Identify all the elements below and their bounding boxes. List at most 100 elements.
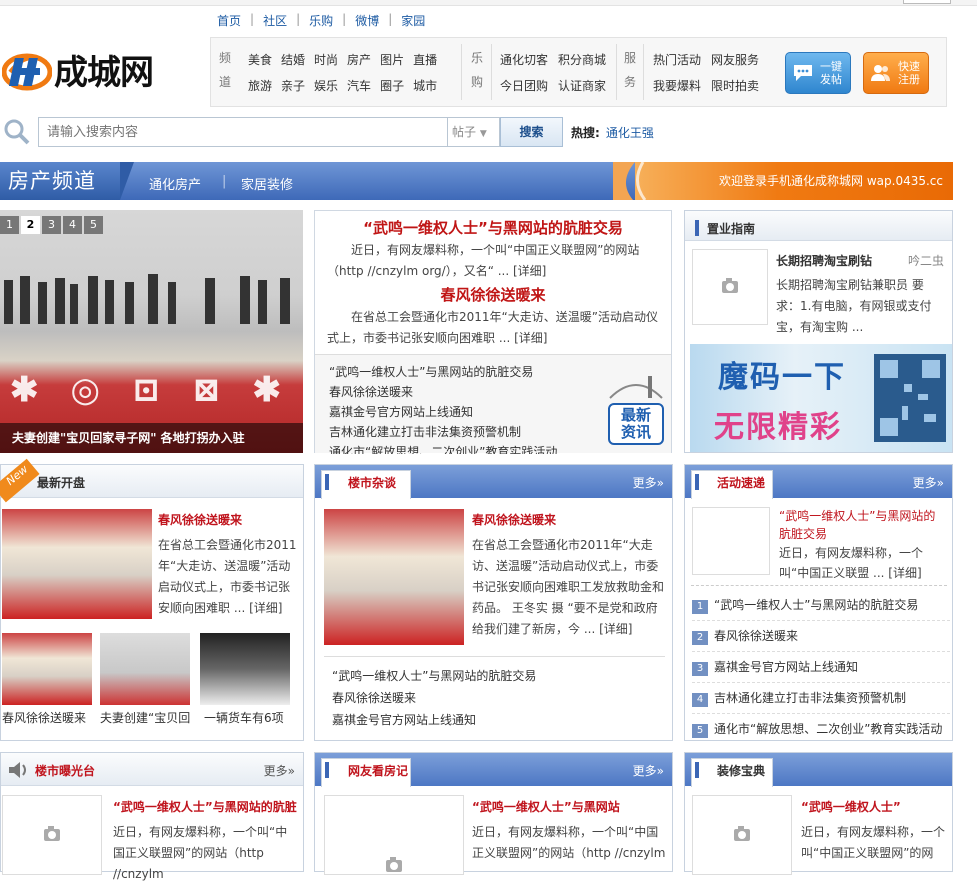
shopping-row-2: 今日团购 认证商家 [500, 77, 606, 94]
qr-ad[interactable]: 魔码一下 无限精彩 [690, 344, 952, 452]
activity-more-link[interactable]: 更多» [913, 474, 944, 491]
guide-item-author: 吟二虫 [907, 254, 944, 268]
channel-ent[interactable]: 娱乐 [314, 77, 338, 94]
latest-thumb-caption-2[interactable]: 夫妻创建“宝贝回 [100, 709, 190, 726]
shop-group[interactable]: 今日团购 [500, 77, 548, 94]
qr-code-icon [874, 354, 946, 442]
channel-travel[interactable]: 旅游 [248, 77, 272, 94]
list-item[interactable]: 嘉祺金号官方网站上线通知 [332, 709, 536, 731]
latest-item-text: 在省总工会暨通化市2011年“大走访、送温暖”活动启动仪式上，市委书记张安顺向困… [158, 538, 297, 615]
slide-caption[interactable]: 夫妻创建"宝贝回家寻子网" 各地打拐办入驻 [0, 423, 303, 453]
guide-thumb[interactable] [692, 249, 768, 325]
channel-city[interactable]: 城市 [413, 77, 437, 94]
market-photo[interactable] [324, 509, 464, 645]
nav-community[interactable]: 社区 [263, 12, 287, 29]
channel-fashion[interactable]: 时尚 [314, 51, 338, 68]
channel-circle[interactable]: 圈子 [380, 77, 404, 94]
latest-thumb-1[interactable] [2, 633, 92, 705]
banner-link-decor[interactable]: 家居装修 [241, 174, 293, 193]
svc-events[interactable]: 热门活动 [653, 51, 701, 68]
channel-food[interactable]: 美食 [248, 51, 272, 68]
decor-thumb[interactable] [692, 795, 792, 875]
guide-item-title[interactable]: 长期招聘淘宝刷钻 [776, 252, 872, 269]
channel-live[interactable]: 直播 [413, 51, 437, 68]
channel-house[interactable]: 房产 [347, 51, 371, 68]
decor-title[interactable]: 装修宝典 [717, 762, 765, 779]
site-logo[interactable]: 成城网 [2, 45, 154, 94]
netizen-title[interactable]: 网友看房记 [348, 762, 408, 779]
list-item[interactable]: 4 吉林通化建立打击非法集资预警机制 [692, 683, 950, 714]
latest-thumb-2[interactable] [100, 633, 190, 705]
nav-weibo[interactable]: 微博 [355, 12, 379, 29]
channel-row-2: 旅游 亲子 娱乐 汽车 圈子 城市 [248, 77, 437, 94]
search-type-select[interactable]: 帖子 ▼ [448, 117, 500, 147]
list-item[interactable]: 2 春风徐徐送暖来 [692, 621, 950, 652]
exposure-more-link[interactable]: 更多» [264, 762, 295, 779]
banner-link-house[interactable]: 通化房产 [149, 174, 201, 193]
slide-page-1[interactable]: 1 [0, 216, 19, 234]
netizen-item-title[interactable]: “武鸣一维权人士”与黑网站 [472, 798, 620, 815]
exposure-title[interactable]: 楼市曝光台 [35, 762, 95, 779]
shop-certified[interactable]: 认证商家 [558, 77, 606, 94]
list-item[interactable]: 3 嘉祺金号官方网站上线通知 [692, 652, 950, 683]
exposure-item-title[interactable]: “武鸣一维权人士”与黑网站的肮脏 [113, 798, 297, 815]
top-nav: 首页 | 社区 | 乐购 | 微博 | 家园 [217, 12, 426, 29]
activity-thumb[interactable] [692, 507, 770, 575]
latest-thumb-3[interactable] [200, 633, 290, 705]
market-title[interactable]: 楼市杂谈 [348, 474, 396, 491]
activity-item-title[interactable]: “武鸣一维权人士”与黑网站的肮脏交易 [779, 507, 947, 543]
decor-item-title[interactable]: “武鸣一维权人士” [801, 798, 901, 815]
nav-home[interactable]: 首页 [217, 12, 241, 29]
headline-title-1[interactable]: “武鸣一维权人士”与黑网站的肮脏交易 [315, 217, 671, 238]
svc-report[interactable]: 我要爆料 [653, 77, 701, 94]
activity-title[interactable]: 活动速递 [717, 474, 765, 491]
latest-item-title[interactable]: 春风徐徐送暖来 [158, 511, 242, 528]
logo-text: 成城网 [54, 53, 154, 93]
banner-slogan: ✱ ◎ ⊡ ⊠ ✱ [10, 370, 291, 410]
channel-photo[interactable]: 图片 [380, 51, 404, 68]
hot-search: 热搜: 通化王强 [571, 126, 654, 140]
slideshow[interactable]: ✱ ◎ ⊡ ⊠ ✱ 1 2 3 4 5 夫妻创建"宝贝回家寻子网" 各地打拐办入… [0, 210, 303, 453]
channel-auto[interactable]: 汽车 [347, 77, 371, 94]
latest-opening-box: New 最新开盘 春风徐徐送暖来 在省总工会暨通化市2011年“大走访、送温暖”… [0, 458, 304, 741]
quick-register-button[interactable]: 快速 注册 [863, 52, 929, 94]
service-row-2: 我要爆料 限时拍卖 [653, 77, 759, 94]
latest-photo[interactable] [2, 509, 152, 619]
list-item[interactable]: 1 “武鸣一维权人士”与黑网站的肮脏交易 [692, 590, 950, 621]
quick-post-button[interactable]: 一键 发帖 [785, 52, 851, 94]
banner-title: 房产频道 [0, 162, 120, 200]
market-more-link[interactable]: 更多» [633, 474, 664, 491]
slide-page-5[interactable]: 5 [84, 216, 103, 234]
nav-shopping[interactable]: 乐购 [309, 12, 333, 29]
search-button[interactable]: 搜索 [500, 117, 563, 147]
hot-keyword[interactable]: 通化王强 [606, 126, 654, 140]
slide-page-2[interactable]: 2 [21, 216, 40, 234]
logo-mark-icon [2, 53, 52, 90]
market-list: “武鸣一维权人士”与黑网站的肮脏交易 春风徐徐送暖来 嘉祺金号官方网站上线通知 [332, 665, 536, 731]
nav-home-page[interactable]: 家园 [401, 12, 425, 29]
netizen-thumb[interactable] [324, 795, 464, 875]
search-input[interactable] [39, 118, 447, 146]
slide-page-3[interactable]: 3 [42, 216, 61, 234]
svc-netizen[interactable]: 网友服务 [711, 51, 759, 68]
list-item[interactable]: “武鸣一维权人士”与黑网站的肮脏交易 [332, 665, 536, 687]
channel-wedding[interactable]: 结婚 [281, 51, 305, 68]
shop-points[interactable]: 积分商城 [558, 51, 606, 68]
exposure-thumb[interactable] [2, 795, 102, 875]
shop-qieke[interactable]: 通化切客 [500, 51, 548, 68]
banner-welcome[interactable]: 欢迎登录手机通化成称城网 wap.0435.cc [613, 162, 953, 200]
market-item-title[interactable]: 春风徐徐送暖来 [472, 511, 556, 528]
latest-thumb-caption-3[interactable]: 一辆货车有6项 [204, 709, 284, 726]
users-icon [871, 65, 890, 81]
headline-title-2[interactable]: 春风徐徐送暖来 [315, 284, 671, 305]
channel-label: 频道 [218, 51, 231, 89]
netizen-more-link[interactable]: 更多» [633, 762, 664, 779]
svc-auction[interactable]: 限时拍卖 [711, 77, 759, 94]
list-item[interactable]: 5 通化市“解放思想、二次创业”教育实践活动 [692, 714, 950, 744]
activity-item-text: 近日，有网友爆料称，一个叫“中国正义联盟 ... [详细] [779, 546, 924, 580]
list-item[interactable]: 春风徐徐送暖来 [332, 687, 536, 709]
camera-icon [722, 278, 738, 293]
latest-thumb-caption-1[interactable]: 春风徐徐送暖来 [2, 709, 86, 726]
slide-page-4[interactable]: 4 [63, 216, 82, 234]
channel-parent[interactable]: 亲子 [281, 77, 305, 94]
